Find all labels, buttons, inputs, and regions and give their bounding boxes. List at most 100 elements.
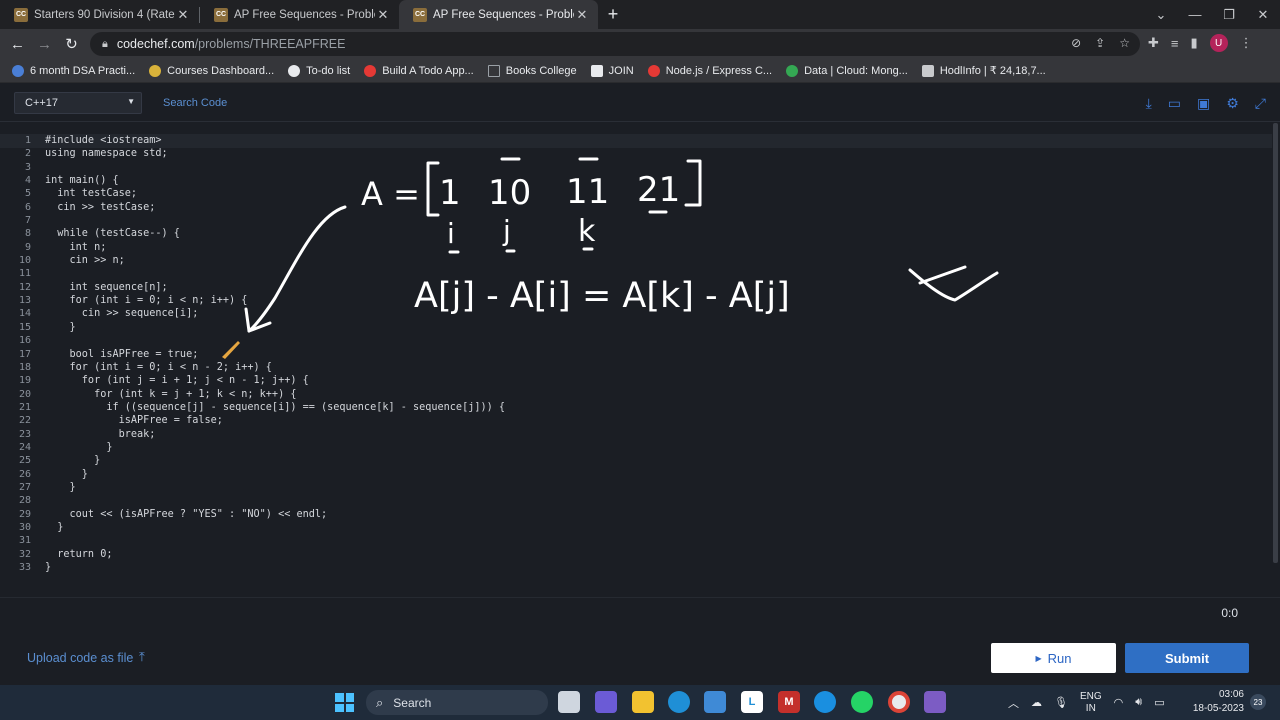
l-app-icon[interactable]: L: [741, 691, 763, 713]
bookmark-item[interactable]: HodlInfo | ₹ 24,18,7...: [921, 64, 1046, 77]
search-icon: ⌕: [376, 694, 384, 710]
settings-gear-icon[interactable]: ⚙: [1226, 95, 1239, 112]
tray-chevron-icon[interactable]: ︿: [1008, 695, 1019, 711]
taskbar-search-label: Search: [393, 695, 432, 710]
mcafee-icon[interactable]: M: [778, 691, 800, 713]
new-tab-button[interactable]: +: [598, 0, 628, 29]
screen: CC Starters 90 Division 4 (Rated) Co ✕ C…: [0, 0, 1280, 720]
bookmark-icon: [921, 64, 934, 77]
system-tray: ︿ ☁ 🎙︎ ENG IN ◠ 🔊︎ ▭: [1008, 685, 1165, 720]
onedrive-icon[interactable]: ☁: [1031, 696, 1042, 709]
omnibox-icons: ⊘ ⇪ ☆: [1071, 36, 1130, 50]
folder-icon[interactable]: [632, 691, 654, 713]
cortana-icon[interactable]: [814, 691, 836, 713]
address-bar-row: ← → ↻ 🔒︎ codechef.com/problems/THREEAPFR…: [0, 29, 1280, 59]
bookmark-label: Node.js / Express C...: [665, 64, 773, 77]
submit-button[interactable]: Submit: [1125, 643, 1249, 673]
close-tab-icon[interactable]: ✕: [375, 7, 391, 23]
whatsapp-icon[interactable]: [851, 691, 873, 713]
clipchamp-icon[interactable]: [924, 691, 946, 713]
index-k: k: [578, 214, 596, 249]
url-field[interactable]: 🔒︎ codechef.com/problems/THREEAPFREE ⊘ ⇪…: [90, 32, 1140, 56]
forward-icon[interactable]: →: [31, 36, 58, 53]
battery-icon[interactable]: ▭: [1154, 696, 1164, 709]
restore-icon[interactable]: ❐: [1212, 0, 1246, 29]
volume-icon[interactable]: 🔊︎: [1135, 696, 1142, 709]
bookmark-star-icon[interactable]: ☆: [1119, 36, 1130, 50]
microphone-icon[interactable]: 🎙︎: [1054, 696, 1068, 709]
bookmark-item[interactable]: Data | Cloud: Mong...: [786, 64, 908, 77]
eye-off-icon[interactable]: ⊘: [1071, 36, 1081, 50]
bookmark-label: HodlInfo | ₹ 24,18,7...: [939, 65, 1046, 77]
bookmark-label: JOIN: [608, 64, 634, 77]
array-label: A =: [361, 175, 420, 213]
back-icon[interactable]: ←: [4, 36, 31, 53]
url-path: /problems/THREEAPFREE: [194, 37, 346, 51]
close-tab-icon[interactable]: ✕: [574, 7, 590, 23]
bookmark-item[interactable]: Books College: [487, 64, 577, 77]
run-button[interactable]: ▶ Run: [991, 643, 1116, 673]
bookmark-item[interactable]: 6 month DSA Practi...: [12, 64, 136, 77]
clock[interactable]: 03:06 18-05-2023: [1190, 688, 1244, 716]
array-value-21: 21: [637, 170, 680, 210]
codechef-favicon-icon: CC: [413, 7, 427, 22]
mongodb-icon: [786, 64, 799, 77]
tab-title: Starters 90 Division 4 (Rated) Co: [34, 8, 175, 21]
extensions-icon[interactable]: ✚: [1148, 35, 1159, 51]
tab-title: AP Free Sequences - Problems | C: [433, 8, 574, 21]
edge-icon[interactable]: [668, 691, 690, 713]
bookmark-item[interactable]: To-do list: [288, 64, 350, 77]
caret-down-icon: ▼: [127, 97, 135, 106]
side-panel-icon[interactable]: ▮: [1191, 35, 1198, 51]
bookmark-item[interactable]: JOIN: [590, 64, 634, 77]
profile-avatar[interactable]: U: [1209, 34, 1228, 52]
reading-list-icon[interactable]: ≡: [1171, 36, 1179, 51]
equation: A[j] - A[i] = A[k] - A[j]: [414, 276, 790, 316]
download-icon[interactable]: ⤓: [1146, 95, 1152, 112]
code-editor[interactable]: 1 2 3 4 5 6 7 8 9 10 11 12 13 14 15 16 17 18 19 20 21 22 23 24 2…: [0, 123, 1280, 597]
notifications-badge[interactable]: 23: [1250, 694, 1266, 710]
array-value-11: 11: [566, 172, 609, 212]
language-select[interactable]: C++17 ▼: [14, 92, 142, 114]
bookmark-icon: [12, 64, 24, 77]
reload-icon[interactable]: ↻: [58, 35, 85, 53]
store-icon[interactable]: [704, 691, 726, 713]
play-icon: ▶: [1035, 653, 1042, 663]
file-explorer-icon[interactable]: [558, 691, 580, 713]
windows-taskbar: ⌕ Search L M ︿ ☁ 🎙︎ ENG IN ◠ 🔊︎ ▭ 03:06 1…: [0, 685, 1280, 720]
bookmark-item[interactable]: Courses Dashboard...: [149, 64, 274, 77]
teams-chat-icon[interactable]: [595, 691, 617, 713]
input-language[interactable]: ENG IN: [1080, 691, 1102, 715]
fullscreen-icon[interactable]: ⤢: [1255, 95, 1266, 112]
close-tab-icon[interactable]: ✕: [175, 7, 191, 23]
codechef-favicon-icon: CC: [214, 7, 228, 22]
minimize-icon[interactable]: —: [1178, 0, 1212, 29]
editor-tools: ⤓ ▭ ▣ ⚙ ⤢: [1146, 95, 1266, 112]
bookmark-label: 6 month DSA Practi...: [30, 64, 136, 77]
save-icon[interactable]: ▣: [1197, 95, 1210, 112]
bookmark-label: Data | Cloud: Mong...: [804, 64, 908, 77]
tab-starters-90[interactable]: CC Starters 90 Division 4 (Rated) Co ✕: [0, 0, 199, 29]
tab-search-icon[interactable]: ⌄: [1144, 0, 1178, 29]
menu-icon[interactable]: ⋮: [1240, 35, 1253, 51]
arrow-curve: [247, 205, 347, 333]
search-code-link[interactable]: Search Code: [163, 97, 227, 109]
windows-start-icon[interactable]: [335, 693, 354, 712]
chrome-icon[interactable]: [888, 691, 910, 713]
upload-icon[interactable]: ⤒: [139, 649, 145, 665]
bracket-right: [684, 159, 702, 207]
comment-icon[interactable]: ▭: [1168, 95, 1181, 112]
upload-file-link[interactable]: Upload code as file: [27, 651, 133, 665]
wifi-icon[interactable]: ◠: [1114, 696, 1124, 709]
array-value-1: 1: [439, 173, 461, 213]
bookmark-item[interactable]: Node.js / Express C...: [647, 64, 773, 77]
bookmark-item[interactable]: Build A Todo App...: [364, 64, 474, 77]
taskbar-search[interactable]: ⌕ Search: [366, 690, 548, 715]
tab-ap-free-active[interactable]: CC AP Free Sequences - Problems | C ✕: [399, 0, 598, 29]
index-i: i: [447, 217, 455, 250]
tab-ap-free-1[interactable]: CC AP Free Sequences - Problems | C ✕: [200, 0, 399, 29]
folder-icon: [487, 64, 500, 77]
close-window-icon[interactable]: ✕: [1246, 0, 1280, 29]
share-icon[interactable]: ⇪: [1095, 36, 1105, 50]
bookmark-icon: [288, 64, 301, 77]
